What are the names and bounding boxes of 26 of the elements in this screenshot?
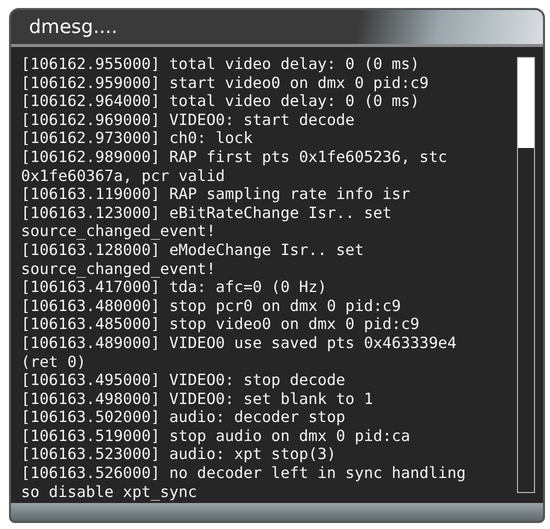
log-line: [106163.128000] eModeChange Isr.. set: [21, 240, 365, 260]
log-line: (ret 0): [21, 352, 87, 372]
log-line: so disable xpt_sync: [21, 482, 198, 502]
log-line: [106163.502000] audio: decoder stop: [21, 408, 346, 427]
log-line: [106162.989000] RAP first pts 0x1fe605236, stc: [21, 148, 448, 167]
log-line: [106163.119000] RAP sampling rate info isr: [21, 185, 412, 204]
log-line: source_changed_event!: [21, 260, 217, 278]
log-line: source_changed_event!: [21, 222, 217, 241]
log-line: [106163.123000] eBitRateChange Isr.. set: [21, 204, 393, 222]
log-line: [106163.523000] audio: xpt stop(3): [21, 445, 338, 464]
log-line: [106163.498000] VIDEO0: set blank to 1: [21, 390, 374, 408]
log-line: [106163.519000] stop audio on dmx 0 pid:ca: [21, 426, 412, 446]
log-line: [106163.485000] stop video0 on dmx 0 pid:c9: [21, 315, 420, 334]
log-line: [106162.969000] VIDEO0: start decode: [21, 110, 356, 130]
log-line: [106162.959000] start video0 on dmx 0 pid:c9: [21, 74, 430, 92]
log-line: [106163.489000] VIDEO0 use saved pts 0x463339e4: [21, 334, 458, 352]
log-line: 0x1fe60367a, pcr valid: [21, 166, 226, 186]
log-line: [106162.964000] total video delay: 0 (0 ms): [21, 92, 420, 111]
log-line: [106162.955000] total video delay: 0 (0 ms): [21, 55, 420, 74]
log-line: [106163.480000] stop pcr0 on dmx 0 pid:c9: [21, 296, 402, 316]
log-line: [106162.973000] ch0: lock: [21, 129, 254, 148]
scrollbar[interactable]: [517, 57, 535, 493]
window-title: dmesg....: [29, 16, 118, 38]
log-line: [106163.526000] no decoder left in sync handling: [21, 464, 467, 483]
log-line: [106163.495000] VIDEO0: stop decode: [21, 371, 346, 390]
log-line: [106163.417000] tda: afc=0 (0 Hz): [21, 278, 328, 297]
